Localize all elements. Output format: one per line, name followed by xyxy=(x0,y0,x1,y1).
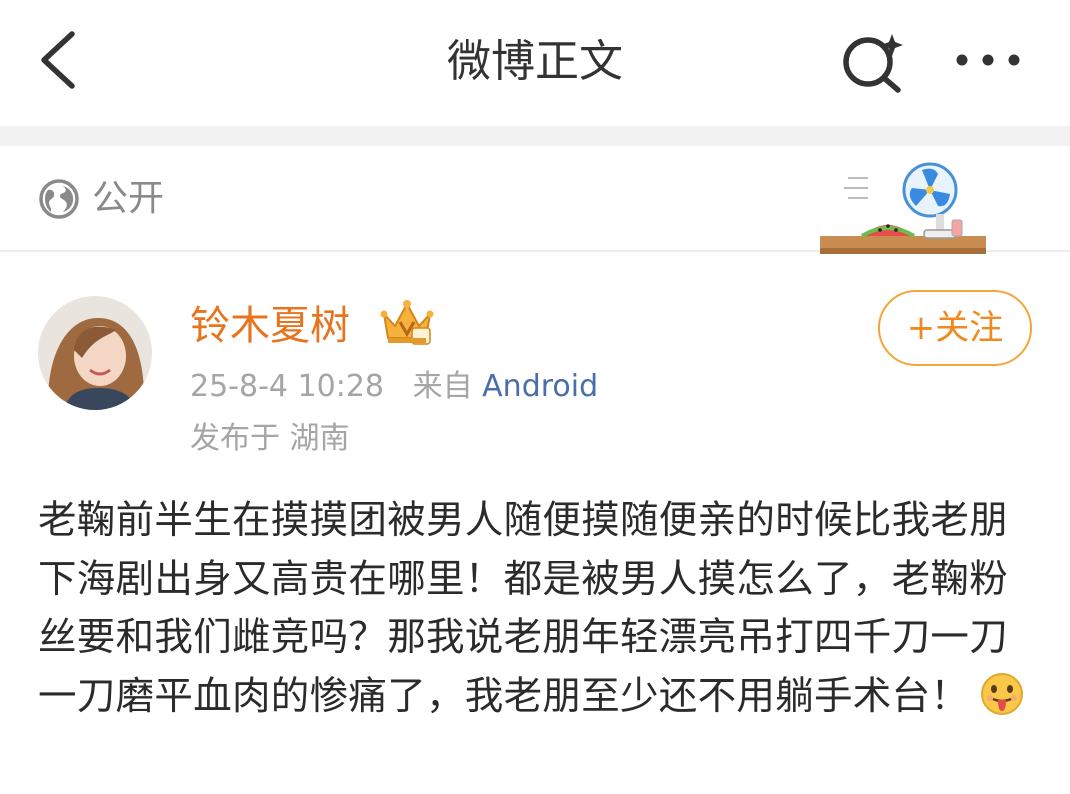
tongue-out-emoji-icon xyxy=(981,672,1024,715)
visibility-label: 公开 xyxy=(92,178,165,219)
post-meta: 25-8-4 10:28 来自 Android xyxy=(190,366,598,408)
author-avatar[interactable] xyxy=(38,296,152,410)
more-options-button[interactable] xyxy=(950,40,1026,80)
search-sparkle-icon xyxy=(843,34,903,93)
visibility-row: 公开 xyxy=(0,146,1070,254)
source-prefix: 来自 xyxy=(412,369,473,404)
post-text: 老鞠前半生在摸摸团被男人随便摸随便亲的时候比我老朋下海剧出身又高贵在哪里！都是被… xyxy=(38,498,1009,719)
post-location: 发布于 湖南 xyxy=(190,421,350,456)
top-navigation-bar: 微博正文 xyxy=(0,0,1070,126)
post-timestamp: 25-8-4 10:28 xyxy=(190,369,384,404)
summer-fan-illustration xyxy=(820,162,986,254)
author-name[interactable]: 铃木夏树 xyxy=(190,300,350,352)
avatar-portrait xyxy=(38,296,152,410)
vip-crown-icon xyxy=(380,300,434,345)
section-divider xyxy=(0,126,1070,146)
search-button[interactable] xyxy=(836,26,908,98)
source-link[interactable]: Android xyxy=(482,369,598,404)
more-dots-icon xyxy=(956,54,1020,66)
globe-icon xyxy=(39,179,79,219)
follow-button[interactable]: +关注 xyxy=(878,290,1032,366)
page-title: 微博正文 xyxy=(447,36,623,87)
post-text-block: 老鞠前半生在摸摸团被男人随便摸随便亲的时候比我老朋下海剧出身又高贵在哪里！都是被… xyxy=(38,492,1028,726)
